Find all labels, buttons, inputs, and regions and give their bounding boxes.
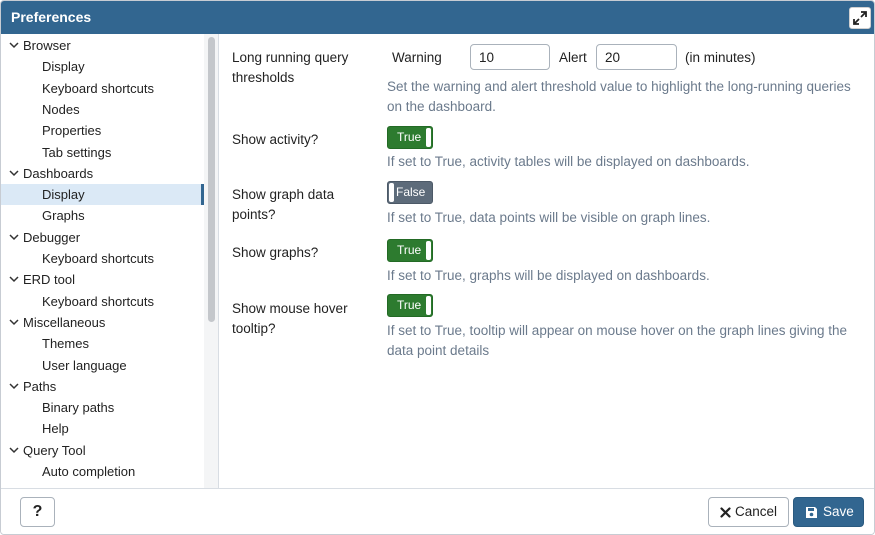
toggle-knob	[426, 296, 431, 315]
cancel-button[interactable]: Cancel	[708, 497, 789, 527]
show-activity-label: Show activity?	[232, 132, 319, 147]
tree-item-label: Debugger	[23, 229, 81, 245]
tree-group[interactable]: Dashboards	[1, 163, 204, 184]
tree-item[interactable]: Binary paths	[1, 397, 204, 418]
maximize-button[interactable]	[849, 7, 871, 29]
floppy-disk-icon	[806, 507, 817, 518]
show-activity-help: If set to True, activity tables will be …	[387, 154, 750, 169]
show-activity-value: True	[397, 130, 422, 144]
long-running-label: Long running query thresholds	[232, 50, 349, 85]
toggle-knob	[389, 183, 394, 202]
tree-scrollbar-thumb[interactable]	[208, 37, 215, 322]
tree-item[interactable]: Graphs	[1, 205, 204, 226]
close-icon	[720, 507, 731, 518]
tree-item-label: Nodes	[42, 101, 80, 117]
tree-item[interactable]: Nodes	[1, 99, 204, 120]
show-graphs-toggle[interactable]: True	[387, 239, 433, 262]
show-graphs-label: Show graphs?	[232, 245, 319, 260]
tree-group[interactable]: Debugger	[1, 227, 204, 248]
show-graphs-help: If set to True, graphs will be displayed…	[387, 268, 710, 283]
chevron-down-icon[interactable]	[8, 163, 20, 184]
minutes-unit-label: (in minutes)	[685, 50, 756, 65]
tree-item-label: Display	[42, 187, 85, 203]
tree-item-label: Display	[42, 59, 85, 75]
alert-label: Alert	[559, 50, 587, 65]
show-tooltip-toggle[interactable]: True	[387, 294, 433, 317]
tree-item-label: Keyboard shortcuts	[42, 80, 155, 96]
tree-item-label: Properties	[42, 123, 102, 139]
chevron-down-icon[interactable]	[8, 269, 20, 290]
tree-item-label: Help	[42, 421, 69, 437]
tree-group[interactable]: Miscellaneous	[1, 312, 204, 333]
expand-arrows-icon	[853, 11, 867, 25]
show-graph-points-toggle[interactable]: False	[387, 181, 433, 204]
settings-panel: Long running query thresholds Warning Al…	[220, 34, 874, 488]
tree-item[interactable]: Tab settings	[1, 142, 204, 163]
tree-item-label: Keyboard shortcuts	[42, 251, 155, 266]
chevron-down-icon[interactable]	[8, 227, 20, 248]
show-graph-points-label: Show graph data points?	[232, 187, 335, 222]
chevron-down-icon[interactable]	[8, 376, 20, 397]
warning-label: Warning	[392, 50, 442, 65]
show-tooltip-label: Show mouse hover tooltip?	[232, 301, 348, 336]
tree-item-label: Miscellaneous	[23, 314, 106, 330]
tree-item[interactable]: Help	[1, 418, 204, 439]
preferences-dialog: Preferences Browser Display Keyboard short…	[0, 0, 875, 535]
tree-item-label: Paths	[23, 378, 57, 394]
tree-item[interactable]: Themes	[1, 333, 204, 354]
tree-item-label: ERD tool	[23, 272, 76, 288]
chevron-down-icon[interactable]	[8, 35, 20, 56]
cancel-label: Cancel	[735, 504, 778, 519]
dialog-title: Preferences	[11, 9, 92, 25]
tree-item[interactable]: Properties	[1, 120, 204, 141]
tree-item-label: User language	[42, 357, 127, 373]
tree-item[interactable]: Keyboard shortcuts	[1, 248, 204, 269]
tree-item[interactable]: Display	[1, 56, 204, 77]
tree-item-label: Keyboard shortcuts	[42, 293, 155, 309]
tree-item[interactable]: Display	[1, 184, 204, 206]
dialog-footer: ? Cancel Save	[1, 488, 874, 534]
show-graph-points-value: False	[396, 185, 426, 199]
warning-input[interactable]	[470, 44, 550, 70]
help-button[interactable]: ?	[20, 497, 55, 527]
tree-item[interactable]: Auto completion	[1, 461, 204, 482]
toggle-knob	[426, 128, 431, 147]
tree-item[interactable]: User language	[1, 355, 204, 376]
tree-item[interactable]: Keyboard shortcuts	[1, 291, 204, 312]
tree-group[interactable]: ERD tool	[1, 269, 204, 290]
tree-item-label: Browser	[23, 38, 71, 53]
chevron-down-icon[interactable]	[8, 312, 20, 333]
long-running-help: Set the warning and alert threshold valu…	[387, 79, 851, 114]
dialog-titlebar[interactable]: Preferences	[1, 1, 874, 34]
tree-item[interactable]: Keyboard shortcuts	[1, 78, 204, 99]
show-graphs-value: True	[397, 243, 422, 257]
tree-group[interactable]: Paths	[1, 376, 204, 397]
show-activity-toggle[interactable]: True	[387, 126, 433, 149]
alert-input[interactable]	[596, 44, 677, 70]
tree-item-label: Auto completion	[42, 464, 136, 479]
tree-group[interactable]: Browser	[1, 35, 204, 56]
save-button[interactable]: Save	[793, 497, 864, 527]
tree-item-label: Binary paths	[42, 400, 115, 416]
tree-item-label: Themes	[42, 336, 89, 352]
show-tooltip-help: If set to True, tooltip will appear on m…	[387, 323, 848, 358]
chevron-down-icon[interactable]	[8, 440, 20, 461]
tree-item-label: Graphs	[42, 208, 85, 224]
save-label: Save	[823, 504, 854, 519]
tree-group[interactable]: Query Tool	[1, 440, 204, 461]
toggle-knob	[426, 241, 431, 260]
show-graph-points-help: If set to True, data points will be visi…	[387, 210, 711, 225]
show-tooltip-value: True	[397, 298, 422, 312]
tree-item-label: Tab settings	[42, 144, 112, 160]
preferences-tree: Browser Display Keyboard shortcuts Nodes Pro…	[1, 34, 219, 488]
tree-item-label: Dashboards	[23, 165, 94, 181]
tree-item-label: Query Tool	[23, 442, 86, 458]
